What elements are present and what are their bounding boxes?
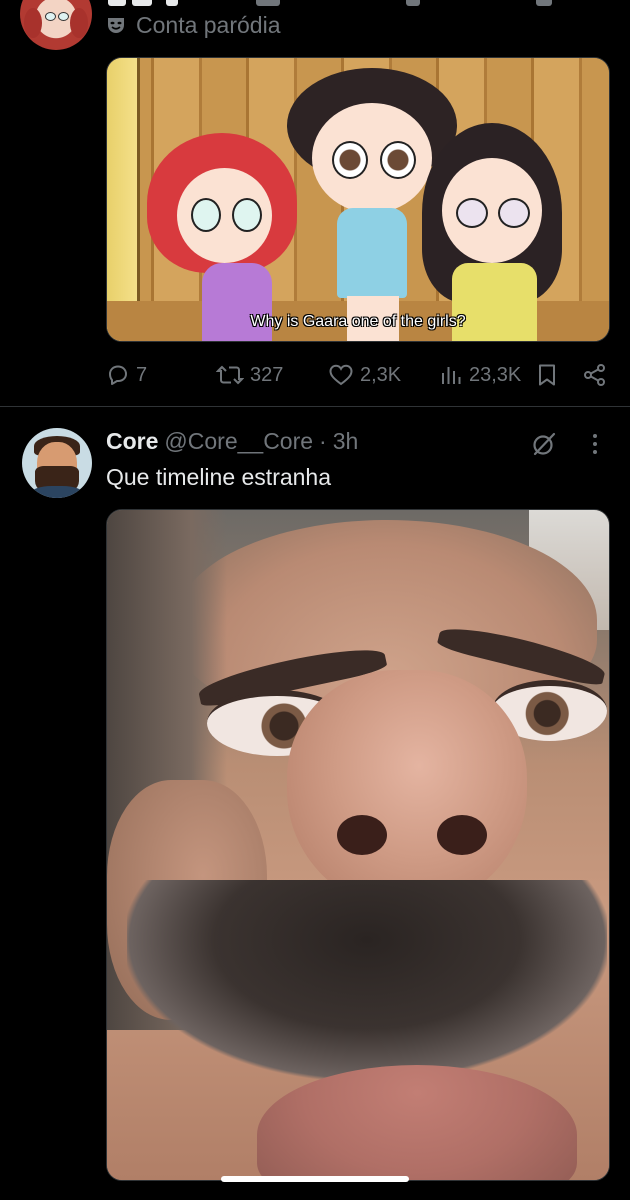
- parody-label-text: Conta paródia: [136, 11, 281, 38]
- video-subtitle: Why is Gaara one of the girls?: [250, 313, 466, 330]
- tweet-header: Core @Core__Core · 3h: [106, 428, 358, 460]
- display-name[interactable]: Core: [106, 428, 158, 455]
- like-button[interactable]: 2,3K: [328, 360, 401, 390]
- separator-dot: ·: [319, 428, 327, 454]
- avatar-hair-right: [70, 8, 88, 38]
- heart-icon: [329, 364, 353, 386]
- repost-icon: [216, 365, 244, 385]
- more-options-icon[interactable]: [584, 430, 606, 458]
- repost-button[interactable]: 327: [216, 360, 283, 390]
- tweet-action-bar: 7 327 2,3K 23,3K: [106, 360, 608, 390]
- tweet-media-photo[interactable]: [106, 509, 610, 1181]
- like-count: 2,3K: [360, 363, 402, 386]
- character-bun-face: [312, 103, 432, 213]
- tweet-media-anime-image[interactable]: Why is Gaara one of the girls?: [106, 57, 610, 342]
- cropped-author-name: [106, 0, 556, 6]
- character-bun-dress: [337, 208, 407, 298]
- share-icon: [584, 364, 605, 386]
- grok-icon[interactable]: [530, 430, 558, 458]
- reply-button[interactable]: 7: [106, 360, 147, 390]
- avatar-eye-right: [58, 12, 69, 21]
- reply-icon: [109, 365, 127, 385]
- reply-count: 7: [136, 363, 148, 386]
- bookmark-button[interactable]: [536, 360, 558, 390]
- character-dark-face: [442, 158, 542, 263]
- views-button[interactable]: 23,3K: [439, 360, 521, 390]
- anime-door: [107, 58, 140, 341]
- avatar-hair-left: [24, 8, 42, 38]
- cropped-name-glyphs: [108, 0, 552, 6]
- avatar-shirt: [30, 486, 84, 498]
- repost-count: 327: [250, 363, 284, 386]
- bookmark-icon: [539, 364, 555, 386]
- tweet-timestamp[interactable]: 3h: [333, 428, 359, 455]
- photo-nostril-right: [437, 815, 487, 855]
- home-indicator-bar[interactable]: [221, 1176, 409, 1182]
- character-red-face: [177, 168, 272, 263]
- parody-mask-icon: [108, 18, 124, 33]
- author-avatar[interactable]: [20, 0, 92, 50]
- views-count: 23,3K: [469, 363, 522, 386]
- parody-account-label: Conta paródia: [106, 10, 281, 40]
- photo-mustache: [127, 880, 607, 1080]
- avatar-eye-left: [45, 12, 56, 21]
- share-button[interactable]: [582, 360, 608, 390]
- views-chart-icon: [442, 367, 461, 384]
- user-handle[interactable]: @Core__Core: [164, 428, 313, 455]
- photo-nostril-left: [337, 815, 387, 855]
- photo-nose: [287, 670, 527, 910]
- tweet-text: Que timeline estranha: [106, 464, 332, 490]
- author-avatar[interactable]: [22, 428, 92, 498]
- tweet-divider: [0, 406, 630, 407]
